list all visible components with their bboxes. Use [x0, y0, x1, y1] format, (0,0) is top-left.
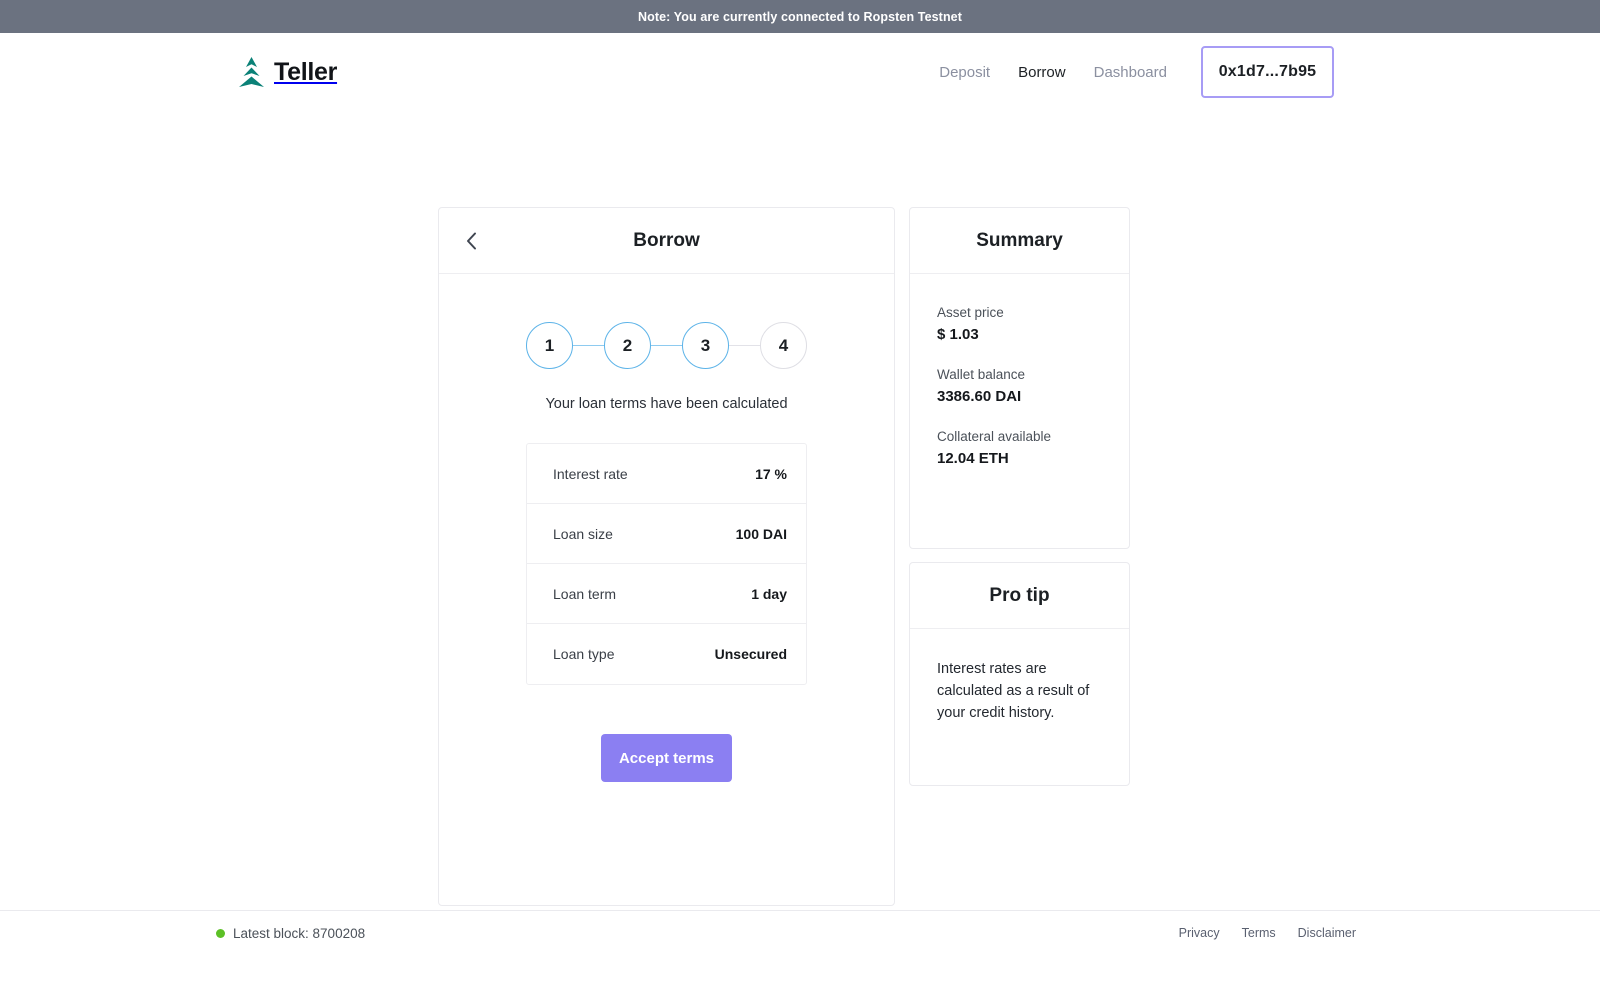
step-caption: Your loan terms have been calculated — [545, 396, 788, 412]
right-rail: Summary Asset price $ 1.03 Wallet balanc… — [909, 207, 1130, 906]
stepper-connector-2-3 — [651, 344, 682, 347]
brand-home-link[interactable]: Teller — [238, 56, 337, 88]
stepper-connector-1-2 — [573, 344, 604, 347]
term-value-loan-size: 100 DAI — [735, 525, 787, 542]
term-value-interest-rate: 17 % — [755, 465, 787, 482]
footer-link-disclaimer[interactable]: Disclaimer — [1298, 926, 1356, 940]
protip-text: Interest rates are calculated as a resul… — [937, 661, 1090, 721]
testnet-banner-text: Note: You are currently connected to Rop… — [638, 9, 962, 24]
footer-link-privacy[interactable]: Privacy — [1179, 926, 1220, 940]
chevron-left-icon — [466, 232, 477, 250]
term-value-loan-type: Unsecured — [714, 646, 787, 662]
protip-title: Pro tip — [989, 584, 1050, 606]
content-row: Borrow 1 2 3 4 Your loan terms have been… — [438, 207, 1130, 906]
summary-card-body: Asset price $ 1.03 Wallet balance 3386.6… — [910, 274, 1129, 467]
stepper-step-1[interactable]: 1 — [526, 322, 573, 369]
table-row: Interest rate 17 % — [527, 444, 806, 504]
latest-block-status: Latest block: 8700208 — [216, 926, 365, 941]
loan-terms-table: Interest rate 17 % Loan size 100 DAI Loa… — [526, 443, 807, 685]
term-label-loan-type: Loan type — [553, 646, 615, 662]
progress-stepper: 1 2 3 4 — [439, 322, 894, 369]
chevron-left-glyph — [466, 232, 476, 249]
summary-value-collateral-available: 12.04 ETH — [937, 450, 1009, 467]
green-status-dot-icon — [216, 928, 225, 938]
borrow-card-header: Borrow — [439, 208, 894, 274]
stepper-step-4[interactable]: 4 — [760, 322, 807, 369]
back-button[interactable] — [456, 208, 486, 273]
latest-block-text: Latest block: 8700208 — [233, 925, 366, 941]
table-row: Loan term 1 day — [527, 564, 806, 624]
summary-key-collateral-available: Collateral available — [937, 429, 1052, 444]
summary-key-asset-price: Asset price — [937, 305, 1004, 320]
site-header: Teller Deposit Borrow Dashboard 0x1d7...… — [0, 33, 1600, 111]
summary-item-wallet-balance: Wallet balance 3386.60 DAI — [937, 367, 1102, 405]
protip-card: Pro tip Interest rates are calculated as… — [909, 562, 1130, 786]
term-label-loan-size: Loan size — [553, 525, 613, 542]
summary-card: Summary Asset price $ 1.03 Wallet balanc… — [909, 207, 1130, 549]
stepper-step-2[interactable]: 2 — [604, 322, 651, 369]
wallet-address-button[interactable]: 0x1d7...7b95 — [1201, 46, 1334, 98]
site-footer: Latest block: 8700208 Privacy Terms Disc… — [0, 910, 1600, 955]
testnet-banner: Note: You are currently connected to Rop… — [0, 0, 1600, 33]
nav-item-borrow[interactable]: Borrow — [1004, 64, 1080, 81]
summary-item-asset-price: Asset price $ 1.03 — [937, 305, 1102, 343]
stepper-connector-3-4 — [729, 344, 760, 347]
stepper-step-3[interactable]: 3 — [682, 322, 729, 369]
term-value-loan-term: 1 day — [751, 585, 787, 602]
brand-name: Teller — [274, 57, 338, 86]
summary-value-wallet-balance: 3386.60 DAI — [937, 388, 1022, 405]
page-title: Borrow — [633, 229, 700, 251]
accept-terms-wrap: Accept terms — [439, 734, 894, 782]
main-nav: Deposit Borrow Dashboard 0x1d7...7b95 — [925, 46, 1334, 98]
nav-item-dashboard[interactable]: Dashboard — [1080, 64, 1181, 81]
summary-value-asset-price: $ 1.03 — [937, 326, 979, 343]
footer-links: Privacy Terms Disclaimer — [1179, 926, 1356, 940]
summary-key-wallet-balance: Wallet balance — [937, 367, 1026, 382]
nav-item-deposit[interactable]: Deposit — [925, 64, 1004, 81]
borrow-card-body: 1 2 3 4 Your loan terms have been calcul… — [439, 274, 894, 905]
summary-item-collateral-available: Collateral available 12.04 ETH — [937, 429, 1102, 467]
term-label-interest-rate: Interest rate — [553, 465, 628, 482]
footer-link-terms[interactable]: Terms — [1242, 926, 1276, 940]
teller-tree-logo-glyph — [239, 57, 264, 87]
teller-tree-logo-icon — [238, 56, 265, 88]
protip-card-header: Pro tip — [910, 563, 1129, 629]
borrow-card: Borrow 1 2 3 4 Your loan terms have been… — [438, 207, 895, 906]
summary-title: Summary — [976, 229, 1063, 251]
table-row: Loan type Unsecured — [527, 624, 806, 684]
term-label-loan-term: Loan term — [553, 585, 617, 602]
table-row: Loan size 100 DAI — [527, 504, 806, 564]
summary-card-header: Summary — [910, 208, 1129, 274]
protip-card-body: Interest rates are calculated as a resul… — [910, 629, 1129, 724]
accept-terms-button[interactable]: Accept terms — [601, 734, 732, 782]
page-body: Borrow 1 2 3 4 Your loan terms have been… — [0, 111, 1600, 955]
